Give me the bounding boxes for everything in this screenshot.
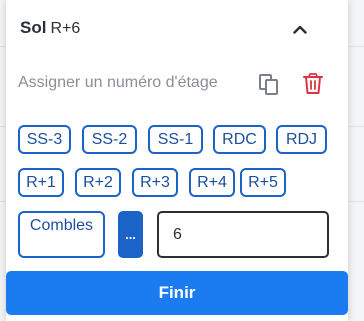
- chevron-up-icon[interactable]: [289, 20, 311, 38]
- floor-title: Sol: [20, 18, 47, 37]
- more-floors-button[interactable]: ...: [118, 211, 143, 258]
- floor-chip-ss-2[interactable]: SS-2: [82, 125, 137, 154]
- floor-chip-r5[interactable]: R+5: [240, 168, 286, 197]
- floor-chip-r1[interactable]: R+1: [18, 168, 64, 197]
- finish-button[interactable]: Finir: [6, 271, 348, 315]
- floor-chip-r4[interactable]: R+4: [189, 168, 235, 197]
- floor-chip-r2[interactable]: R+2: [75, 168, 121, 197]
- floor-header[interactable]: Sol R+6: [20, 18, 80, 38]
- trash-icon[interactable]: [301, 72, 325, 96]
- assign-floor-label[interactable]: Assigner un numéro d'étage: [18, 74, 218, 92]
- copy-icon[interactable]: [258, 73, 280, 95]
- floor-chip-r3[interactable]: R+3: [132, 168, 178, 197]
- floor-chip-rdc[interactable]: RDC: [213, 125, 266, 154]
- floor-chip-ss-3[interactable]: SS-3: [18, 125, 71, 154]
- floor-chip-rdj[interactable]: RDJ: [276, 125, 327, 154]
- floor-chip-ss-1[interactable]: SS-1: [148, 125, 203, 154]
- stage: Sol R+6 Assigner un numéro d'étage SS-3 …: [0, 0, 364, 321]
- floor-chip-combles[interactable]: Combles: [18, 211, 105, 258]
- floor-subtitle: R+6: [50, 20, 81, 37]
- custom-floor-number-input[interactable]: [157, 211, 329, 258]
